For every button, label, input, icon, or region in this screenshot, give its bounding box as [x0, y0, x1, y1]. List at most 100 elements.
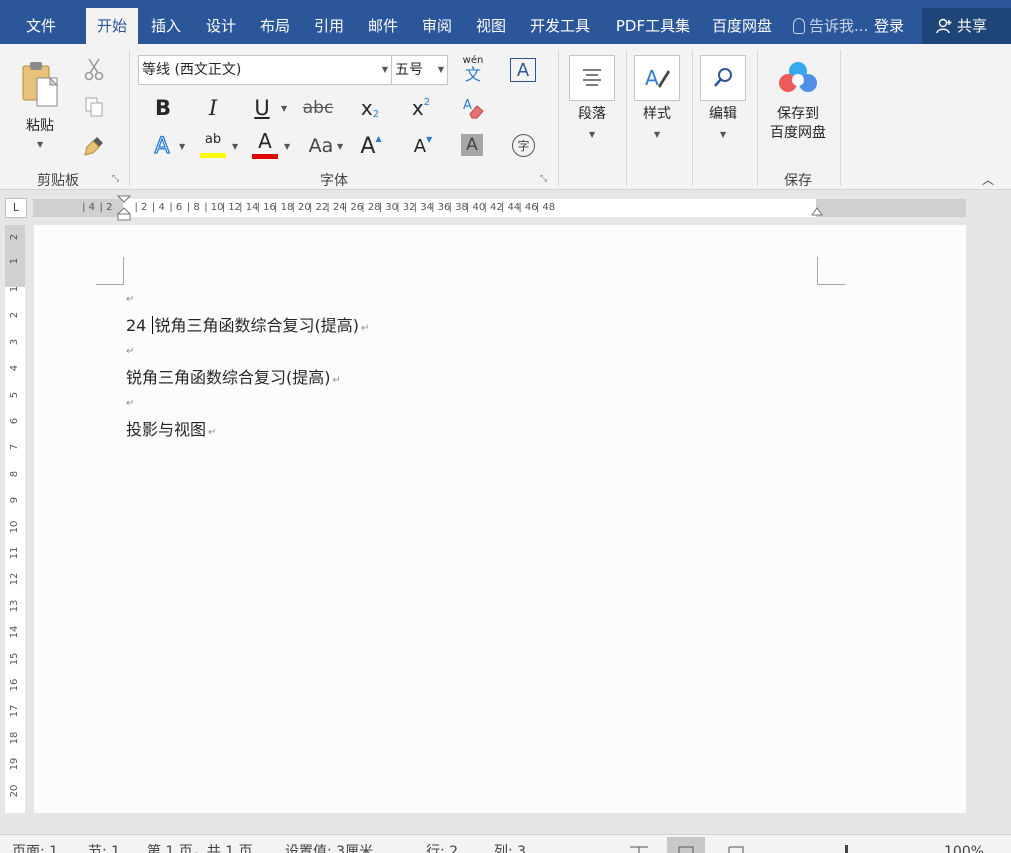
collapse-ribbon-icon[interactable]: ︿ — [982, 171, 994, 188]
status-page[interactable]: 页面: 1 — [12, 845, 58, 853]
superscript-button[interactable]: x2 — [407, 94, 435, 122]
styles-dropdown-icon[interactable]: ▼ — [654, 130, 660, 139]
paragraph-dropdown-icon[interactable]: ▼ — [589, 130, 595, 139]
styles-button[interactable]: A — [634, 55, 680, 101]
tab-mailings[interactable]: 邮件 — [360, 8, 406, 44]
tab-baidu-netdisk[interactable]: 百度网盘 — [704, 8, 780, 44]
scissors-icon — [84, 58, 104, 81]
font-color-dropdown-icon[interactable]: ▼ — [284, 142, 290, 151]
change-case-button[interactable]: Aa — [305, 132, 337, 160]
copy-button[interactable] — [82, 94, 106, 120]
bold-button[interactable]: B — [150, 94, 176, 122]
change-case-dropdown-icon[interactable]: ▼ — [337, 142, 343, 151]
status-position[interactable]: 设置值: 3厘米 — [285, 845, 373, 853]
tab-file[interactable]: 文件 — [14, 8, 68, 44]
paragraph-button[interactable] — [569, 55, 615, 101]
zoom-level[interactable]: 100% — [944, 845, 984, 853]
page-icon — [678, 846, 694, 853]
vertical-ruler[interactable]: 2 1 1 2 3 4 5 6 7 8 9 10 11 12 13 14 15 16 17 18 19 20 — [5, 225, 25, 813]
tab-insert[interactable]: 插入 — [142, 8, 190, 44]
superscript-icon: x — [411, 96, 424, 120]
lightbulb-icon — [793, 18, 805, 34]
font-launcher-icon[interactable]: ⤡ — [540, 174, 550, 184]
read-mode-button[interactable] — [620, 837, 658, 853]
status-line[interactable]: 行: 2 — [426, 845, 458, 853]
paragraph-text: 锐角三角函数综合复习(提高) — [154, 316, 359, 335]
italic-button[interactable]: I — [200, 94, 226, 122]
highlight-dropdown-icon[interactable]: ▼ — [232, 142, 238, 151]
text-effects-button[interactable]: A — [149, 132, 175, 160]
document-paragraph[interactable]: 24 锐角三角函数综合复习(提高) ↵ — [126, 316, 369, 339]
save-to-baidu-button[interactable] — [773, 56, 823, 100]
tab-layout[interactable]: 布局 — [252, 8, 298, 44]
share-button[interactable]: 共享 — [922, 8, 1011, 44]
ruler-tick-label: 3 — [9, 338, 20, 345]
cut-button[interactable] — [82, 56, 106, 82]
editing-button[interactable] — [700, 55, 746, 101]
clipboard-launcher-icon[interactable]: ⤡ — [112, 174, 122, 184]
status-section[interactable]: 节: 1 — [88, 845, 120, 853]
web-layout-button[interactable] — [717, 837, 755, 853]
paste-button[interactable] — [16, 58, 64, 110]
font-color-button[interactable]: A — [251, 130, 279, 160]
clear-formatting-button[interactable]: A — [460, 94, 486, 122]
login-button[interactable]: 登录 — [874, 8, 904, 44]
ruler-tick-label: | 2 — [134, 202, 148, 213]
phonetic-guide-button[interactable]: wén 文 — [458, 54, 488, 86]
tab-pdf-tools[interactable]: PDF工具集 — [606, 8, 700, 44]
paste-dropdown-icon[interactable]: ▼ — [37, 140, 43, 149]
ruler-tick-label: | 24 — [326, 202, 346, 213]
strikethrough-button[interactable]: abc — [302, 94, 334, 122]
character-border-button[interactable]: A — [510, 58, 536, 82]
status-column[interactable]: 列: 3 — [494, 845, 526, 853]
status-page-count[interactable]: 第 1 页，共 1 页 — [147, 845, 253, 853]
font-size-combo[interactable]: 五号 ▼ — [391, 55, 448, 85]
ruler-tick-label: 20 — [9, 784, 20, 797]
paste-label: 粘贴 — [26, 118, 54, 134]
editing-dropdown-icon[interactable]: ▼ — [720, 130, 726, 139]
ruler-tick-label: | 42 — [483, 202, 503, 213]
character-shading-button[interactable]: A — [461, 134, 483, 156]
ruler-tick-label: 16 — [9, 678, 20, 692]
tab-view[interactable]: 视图 — [468, 8, 514, 44]
tell-me-search[interactable]: 告诉我... — [793, 8, 868, 44]
caret-down-icon: ▼ — [426, 134, 433, 144]
ruler-tick-label: | 46 — [518, 202, 538, 213]
paintbrush-icon — [84, 137, 103, 156]
tab-selector[interactable]: L — [5, 198, 27, 218]
underline-dropdown-icon[interactable]: ▼ — [281, 104, 287, 113]
document-page[interactable]: ↵ 24 锐角三角函数综合复习(提高) ↵ ↵ 锐角三角函数综合复习(提高) ↵ ↵… — [34, 225, 966, 813]
zoom-slider-thumb[interactable] — [845, 845, 848, 853]
tab-home[interactable]: 开始 — [86, 8, 138, 44]
font-name-combo[interactable]: 等线 (西文正文) ▼ — [138, 55, 392, 85]
print-layout-button[interactable] — [667, 837, 705, 853]
shrink-font-button[interactable]: A ▼ — [410, 132, 436, 160]
text-effects-dropdown-icon[interactable]: ▼ — [179, 142, 185, 151]
right-indent-marker-icon[interactable] — [811, 207, 823, 217]
paragraph-mark: ↵ — [332, 375, 341, 386]
enclose-characters-button[interactable]: 字 — [512, 134, 535, 157]
tab-references[interactable]: 引用 — [305, 8, 353, 44]
tab-design[interactable]: 设计 — [197, 8, 245, 44]
tab-developer[interactable]: 开发工具 — [522, 8, 598, 44]
grow-font-button[interactable]: A ▲ — [358, 132, 384, 160]
ruler-tick-label: | 18 — [274, 202, 294, 213]
ruler-tick-label: | 22 — [308, 202, 329, 213]
document-paragraph[interactable]: 投影与视图 ↵ — [126, 420, 216, 443]
format-painter-button[interactable] — [82, 132, 108, 158]
empty-paragraph-mark: ↵ — [126, 294, 135, 305]
subscript-button[interactable]: x2 — [356, 94, 384, 122]
document-paragraph[interactable]: 锐角三角函数综合复习(提高) ↵ — [126, 368, 341, 391]
paragraph-mark: ↵ — [360, 323, 370, 334]
highlight-button[interactable]: ab — [198, 130, 228, 160]
ruler-tick-label: | 4 — [151, 202, 165, 213]
ruler-tick-label: | 12 — [221, 202, 241, 213]
indent-marker-icon[interactable] — [117, 195, 131, 221]
ruler-tick-label: | 16 — [256, 202, 276, 213]
underline-icon: U — [254, 96, 270, 120]
underline-button[interactable]: U — [249, 94, 275, 122]
ruler-tick-label: 1 — [9, 285, 20, 293]
tab-review[interactable]: 审阅 — [413, 8, 461, 44]
horizontal-ruler[interactable]: | 4 | 2 | 2 | 4 | 6 | 8 | 10 | 12 | 14 |… — [33, 195, 966, 221]
character-shading-icon: A — [466, 135, 478, 155]
